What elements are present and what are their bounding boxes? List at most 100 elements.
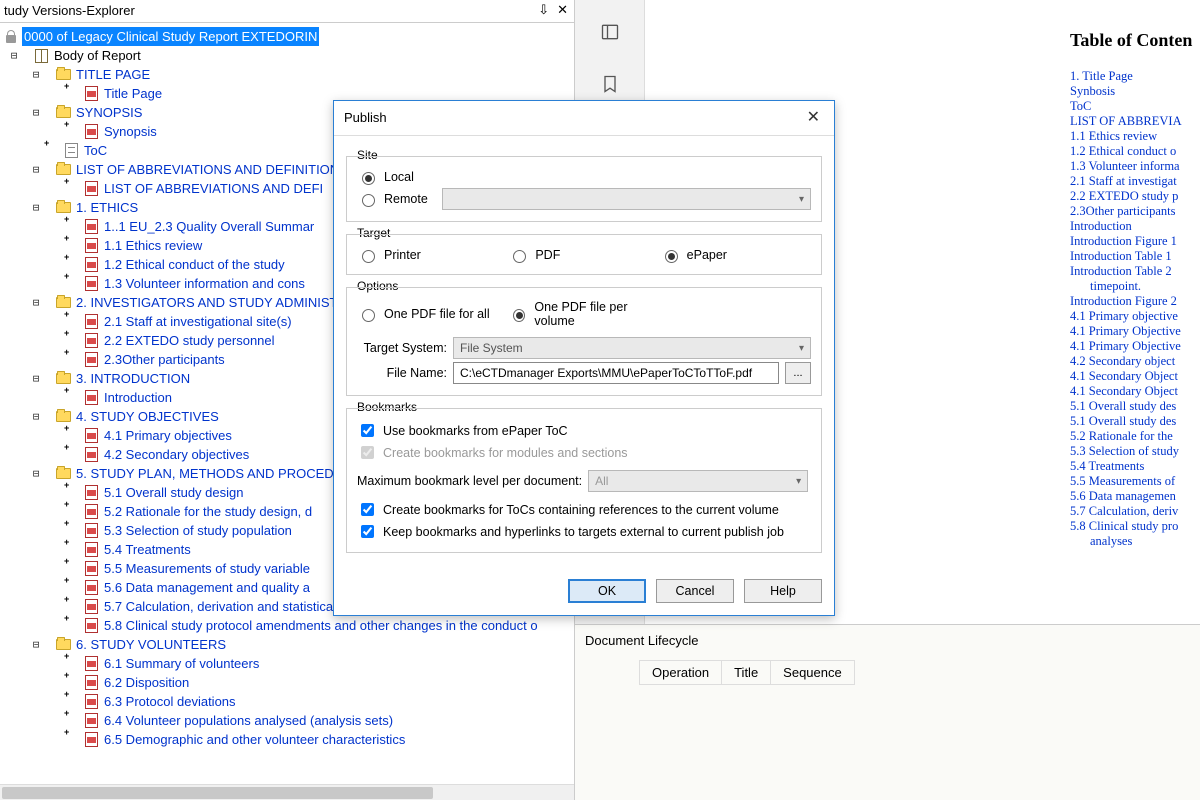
file-name-input[interactable] <box>453 362 779 384</box>
tree-item[interactable]: 6.1 Summary of volunteers <box>102 654 261 673</box>
close-icon[interactable]: ✕ <box>557 2 568 18</box>
tree-item[interactable]: Title Page <box>102 84 164 103</box>
target-epaper-radio[interactable] <box>665 250 678 263</box>
toc-line[interactable]: 1. Title Page <box>1070 69 1200 84</box>
tree-item[interactable]: LIST OF ABBREVIATIONS AND DEFI <box>102 179 325 198</box>
lifecycle-col-sequence[interactable]: Sequence <box>771 660 855 685</box>
horizontal-scrollbar[interactable] <box>0 784 574 800</box>
toc-line[interactable]: 5.2 Rationale for the <box>1070 429 1200 444</box>
toc-line[interactable]: Synbosis <box>1070 84 1200 99</box>
toc-line[interactable]: 4.1 Primary objective <box>1070 309 1200 324</box>
toc-line[interactable]: Introduction <box>1070 219 1200 234</box>
toc-line[interactable]: 5.5 Measurements of <box>1070 474 1200 489</box>
use-epaper-bookmarks-checkbox[interactable] <box>361 424 374 437</box>
tree-item[interactable]: 6.5 Demographic and other volunteer char… <box>102 730 407 749</box>
collapse-icon[interactable]: ⊟ <box>30 369 42 388</box>
remote-combo[interactable] <box>442 188 811 210</box>
site-remote-radio[interactable] <box>362 194 375 207</box>
tree-item[interactable]: 5.5 Measurements of study variable <box>102 559 312 578</box>
toc-line[interactable]: LIST OF ABBREVIA <box>1070 114 1200 129</box>
toc-line[interactable]: 1.2 Ethical conduct o <box>1070 144 1200 159</box>
toc-line[interactable]: 2.3Other participants <box>1070 204 1200 219</box>
tree-section[interactable]: 3. INTRODUCTION <box>74 369 192 388</box>
tree-root[interactable]: 0000 of Legacy Clinical Study Report EXT… <box>22 27 319 46</box>
toc-line[interactable]: 1.1 Ethics review <box>1070 129 1200 144</box>
lifecycle-col-title[interactable]: Title <box>722 660 771 685</box>
max-bookmark-level-combo[interactable]: All <box>588 470 808 492</box>
cancel-button[interactable]: Cancel <box>656 579 734 603</box>
tree-item[interactable]: 5.6 Data management and quality a <box>102 578 312 597</box>
dialog-close-icon[interactable]: ✕ <box>803 107 824 127</box>
tree-item[interactable]: 5.3 Selection of study population <box>102 521 294 540</box>
toc-line[interactable]: timepoint. <box>1070 279 1200 294</box>
tree-item[interactable]: 6.2 Disposition <box>102 673 191 692</box>
site-local-radio[interactable] <box>362 172 375 185</box>
toc-line[interactable]: 5.8 Clinical study pro <box>1070 519 1200 534</box>
toc-line[interactable]: Introduction Table 2 <box>1070 264 1200 279</box>
tree-item[interactable]: 2.1 Staff at investigational site(s) <box>102 312 294 331</box>
toc-line[interactable]: 2.2 EXTEDO study p <box>1070 189 1200 204</box>
pin-icon[interactable]: ⇩ <box>538 2 549 18</box>
toc-line[interactable]: 4.1 Primary Objective <box>1070 339 1200 354</box>
target-system-combo[interactable]: File System <box>453 337 811 359</box>
toc-line[interactable]: 5.6 Data managemen <box>1070 489 1200 504</box>
tree-item[interactable]: 2.2 EXTEDO study personnel <box>102 331 277 350</box>
tree-section[interactable]: TITLE PAGE <box>74 65 152 84</box>
tree-item[interactable]: 1..1 EU_2.3 Quality Overall Summar <box>102 217 316 236</box>
collapse-icon[interactable]: ⊟ <box>30 160 42 179</box>
toc-line[interactable]: Introduction Figure 2 <box>1070 294 1200 309</box>
tree-item[interactable]: 6.4 Volunteer populations analysed (anal… <box>102 711 395 730</box>
tree-section[interactable]: 6. STUDY VOLUNTEERS <box>74 635 228 654</box>
tree-section[interactable]: LIST OF ABBREVIATIONS AND DEFINITION <box>74 160 341 179</box>
one-pdf-volume-radio[interactable] <box>513 309 525 322</box>
tree-item[interactable]: 1.3 Volunteer information and cons <box>102 274 307 293</box>
tree-item[interactable]: 4.1 Primary objectives <box>102 426 234 445</box>
tree-item[interactable]: 5.8 Clinical study protocol amendments a… <box>102 616 540 635</box>
collapse-icon[interactable]: ⊟ <box>30 635 42 654</box>
target-printer-radio[interactable] <box>362 250 375 263</box>
tree-section[interactable]: 5. STUDY PLAN, METHODS AND PROCEDU <box>74 464 345 483</box>
toc-line[interactable]: 2.1 Staff at investigat <box>1070 174 1200 189</box>
help-button[interactable]: Help <box>744 579 822 603</box>
tree-section[interactable]: 1. ETHICS <box>74 198 140 217</box>
tree-body[interactable]: Body of Report <box>52 46 143 65</box>
tree-section[interactable]: SYNOPSIS <box>74 103 144 122</box>
tree-item[interactable]: Introduction <box>102 388 174 407</box>
toc-line[interactable]: 5.7 Calculation, deriv <box>1070 504 1200 519</box>
bookmark-icon[interactable] <box>590 64 630 104</box>
toc-line[interactable]: Introduction Figure 1 <box>1070 234 1200 249</box>
tree-section[interactable]: 2. INVESTIGATORS AND STUDY ADMINISTR <box>74 293 349 312</box>
target-pdf-radio[interactable] <box>513 250 526 263</box>
tree-item[interactable]: 5.2 Rationale for the study design, d <box>102 502 314 521</box>
tree-item[interactable]: 1.1 Ethics review <box>102 236 204 255</box>
ok-button[interactable]: OK <box>568 579 646 603</box>
tree-item[interactable]: 6.3 Protocol deviations <box>102 692 238 711</box>
lifecycle-col-operation[interactable]: Operation <box>639 660 722 685</box>
toc-line[interactable]: 4.1 Secondary Object <box>1070 369 1200 384</box>
collapse-icon[interactable]: ⊟ <box>8 46 20 65</box>
panel-icon[interactable] <box>590 12 630 52</box>
one-pdf-all-radio[interactable] <box>362 309 375 322</box>
browse-button[interactable]: ... <box>785 362 811 384</box>
tree-item[interactable]: Synopsis <box>102 122 159 141</box>
collapse-icon[interactable]: ⊟ <box>30 198 42 217</box>
toc-line[interactable]: 4.1 Secondary Object <box>1070 384 1200 399</box>
tree-item[interactable]: 5.1 Overall study design <box>102 483 245 502</box>
tree-item[interactable]: 4.2 Secondary objectives <box>102 445 251 464</box>
tree-item[interactable]: 5.4 Treatments <box>102 540 193 559</box>
toc-line[interactable]: 1.3 Volunteer informa <box>1070 159 1200 174</box>
collapse-icon[interactable]: ⊟ <box>30 293 42 312</box>
toc-line[interactable]: 4.2 Secondary object <box>1070 354 1200 369</box>
tree-item[interactable]: 2.3Other participants <box>102 350 227 369</box>
toc-line[interactable]: 5.1 Overall study des <box>1070 414 1200 429</box>
keep-external-checkbox[interactable] <box>361 525 374 538</box>
collapse-icon[interactable]: ⊟ <box>30 407 42 426</box>
toc-line[interactable]: 5.3 Selection of study <box>1070 444 1200 459</box>
create-toc-refs-checkbox[interactable] <box>361 503 374 516</box>
collapse-icon[interactable]: ⊟ <box>30 103 42 122</box>
toc-line[interactable]: analyses <box>1070 534 1200 549</box>
create-modules-checkbox[interactable] <box>361 446 374 459</box>
collapse-icon[interactable]: ⊟ <box>30 65 42 84</box>
tree-item[interactable]: ToC <box>82 141 109 160</box>
toc-line[interactable]: ToC <box>1070 99 1200 114</box>
